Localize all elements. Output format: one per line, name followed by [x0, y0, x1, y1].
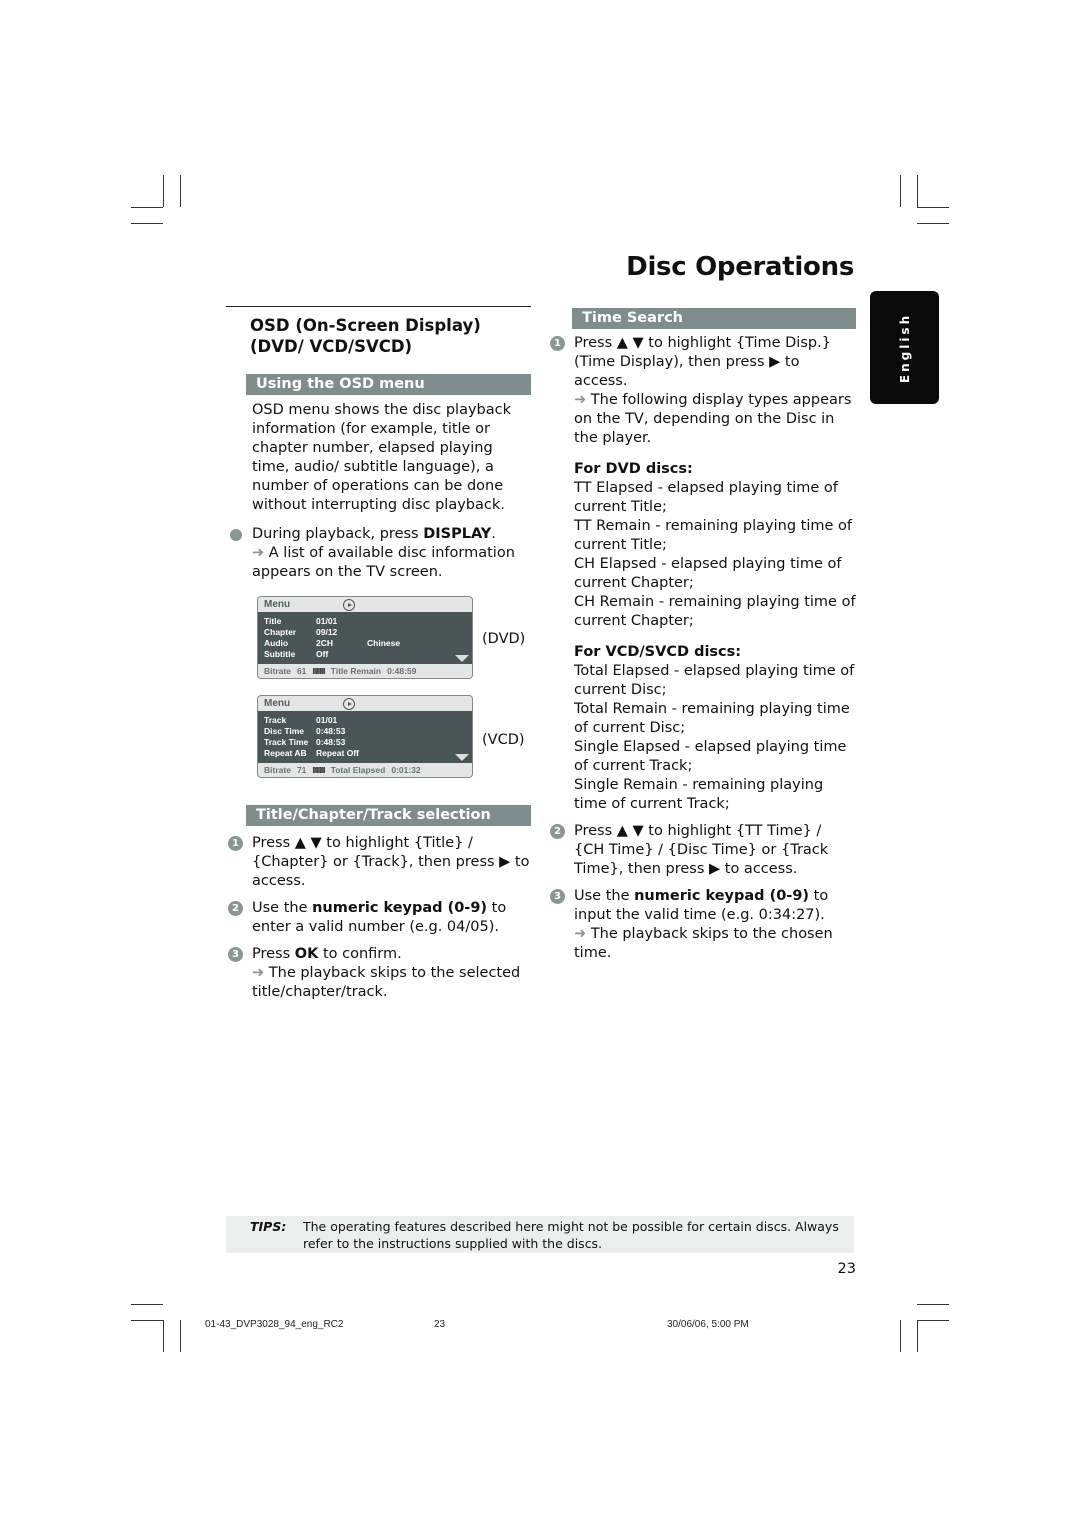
osd-vcd-figure: Menu Track 01/01 Disc Time 0:48:53 Track T…: [226, 695, 531, 778]
scroll-down-icon: [455, 655, 469, 662]
osd-row: Repeat AB Repeat Off: [264, 748, 359, 758]
crop-mark: [917, 1320, 918, 1352]
osd-row: Title 01/01: [264, 616, 338, 626]
crop-mark: [917, 223, 949, 224]
section-rule: [226, 306, 531, 307]
step-number-icon: 2: [228, 901, 243, 916]
osd-dvd-screen: Menu Title 01/01 Chapter 09/12 Audio 2CH Chi…: [257, 596, 473, 679]
language-tab: English: [870, 291, 939, 404]
display-type-item: Single Remain - remaining playing time o…: [574, 777, 824, 812]
arrow-icon: ➜: [574, 926, 587, 942]
crop-mark: [900, 1320, 901, 1352]
dvd-display-types: TT Elapsed - elapsed playing time of cur…: [574, 479, 856, 631]
key-display: DISPLAY: [423, 526, 492, 542]
section-band-osd-menu: Using the OSD menu: [246, 374, 531, 395]
right-column: Time Search 1 Press ▲ ▼ to highlight {Ti…: [548, 306, 856, 963]
osd-row: Chapter 09/12: [264, 627, 338, 637]
tips-box: TIPS: The operating features described h…: [226, 1216, 854, 1253]
tips-text: The operating features described here mi…: [303, 1219, 839, 1251]
language-tab-label: English: [897, 312, 912, 383]
crop-mark: [917, 1320, 949, 1321]
display-type-item: CH Remain - remaining playing time of cu…: [574, 594, 856, 629]
crop-mark: [163, 1320, 164, 1352]
step-number-icon: 3: [550, 889, 565, 904]
crop-mark: [917, 207, 949, 208]
section-band-time-search: Time Search: [572, 308, 856, 329]
osd-row: Track 01/01: [264, 715, 338, 725]
time-search-step-2: 2 Press ▲ ▼ to highlight {TT Time} / {CH…: [548, 822, 856, 879]
step-number-icon: 1: [550, 336, 565, 351]
crop-mark: [180, 1320, 181, 1352]
crop-mark: [917, 175, 918, 207]
display-type-item: CH Elapsed - elapsed playing time of cur…: [574, 556, 842, 591]
selection-step-3: 3 Press OK to confirm. ➜ The playback sk…: [226, 945, 531, 1002]
crop-mark: [131, 1320, 163, 1321]
vcd-discs-heading: For VCD/SVCD discs:: [574, 644, 742, 660]
tips-label: TIPS:: [250, 1219, 287, 1234]
time-search-step-1: 1 Press ▲ ▼ to highlight {Time Disp.} (T…: [548, 334, 856, 448]
selection-step-1: 1 Press ▲ ▼ to highlight {Title} / {Chap…: [226, 834, 531, 891]
osd-row: Subtitle Off: [264, 649, 329, 659]
crop-mark: [131, 223, 163, 224]
crop-mark: [180, 175, 181, 207]
osd-bullet-step: During playback, press DISPLAY. ➜ A list…: [226, 525, 531, 582]
display-type-item: Total Remain - remaining playing time of…: [574, 701, 850, 736]
section-band-selection: Title/Chapter/Track selection: [246, 805, 531, 826]
selection-step-2: 2 Use the numeric keypad (0-9) to enter …: [226, 899, 531, 937]
footer-page: 23: [434, 1319, 446, 1330]
osd-row: Track Time 0:48:53: [264, 737, 346, 747]
osd-vcd-caption: (VCD): [482, 732, 525, 748]
osd-dvd-figure: Menu Title 01/01 Chapter 09/12 Audio 2CH Chi…: [226, 596, 531, 679]
display-type-item: Single Elapsed - elapsed playing time of…: [574, 739, 847, 774]
page-title: Disc Operations: [626, 252, 854, 282]
osd-dvd-caption: (DVD): [482, 631, 526, 647]
crop-mark: [900, 175, 901, 207]
scroll-down-icon: [455, 754, 469, 761]
osd-row: Audio 2CH Chinese: [264, 638, 401, 648]
crop-mark: [917, 1304, 949, 1305]
display-type-item: TT Remain - remaining playing time of cu…: [574, 518, 852, 553]
osd-footer: Bitrate 71 IIIIIIIII Total Elapsed 0:01:32: [264, 765, 421, 775]
display-type-item: Total Elapsed - elapsed playing time of …: [574, 663, 855, 698]
arrow-icon: ➜: [252, 965, 265, 981]
bullet-result: A list of available disc information app…: [252, 545, 515, 580]
arrow-icon: ➜: [252, 545, 265, 561]
bitrate-bars: IIIIIIIII: [312, 666, 325, 676]
dvd-discs-heading: For DVD discs:: [574, 461, 693, 477]
play-icon: [343, 599, 355, 611]
footer-file: 01-43_DVP3028_94_eng_RC2: [205, 1319, 344, 1330]
osd-intro-text: OSD menu shows the disc playback informa…: [252, 402, 511, 513]
osd-vcd-screen: Menu Track 01/01 Disc Time 0:48:53 Track T…: [257, 695, 473, 778]
step-number-icon: 2: [550, 824, 565, 839]
play-icon: [343, 698, 355, 710]
osd-heading: OSD (On-Screen Display) (DVD/ VCD/SVCD): [250, 316, 481, 356]
crop-mark: [163, 175, 164, 207]
osd-footer: Bitrate 61 IIIIIIIII Title Remain 0:48:59: [264, 666, 417, 676]
step-number-icon: 3: [228, 947, 243, 962]
crop-mark: [131, 207, 163, 208]
step-number-icon: 1: [228, 836, 243, 851]
vcd-display-types: Total Elapsed - elapsed playing time of …: [574, 662, 856, 814]
display-type-item: TT Elapsed - elapsed playing time of cur…: [574, 480, 838, 515]
left-column: OSD (On-Screen Display) (DVD/ VCD/SVCD) …: [226, 306, 531, 1002]
time-search-step-3: 3 Use the numeric keypad (0-9) to input …: [548, 887, 856, 963]
crop-mark: [131, 1304, 163, 1305]
page-number: 23: [837, 1261, 856, 1277]
osd-row: Disc Time 0:48:53: [264, 726, 346, 736]
bullet-icon: [230, 529, 242, 541]
arrow-icon: ➜: [574, 392, 587, 408]
footer-timestamp: 30/06/06, 5:00 PM: [667, 1319, 749, 1330]
bitrate-bars: IIIIIIIII: [312, 765, 325, 775]
